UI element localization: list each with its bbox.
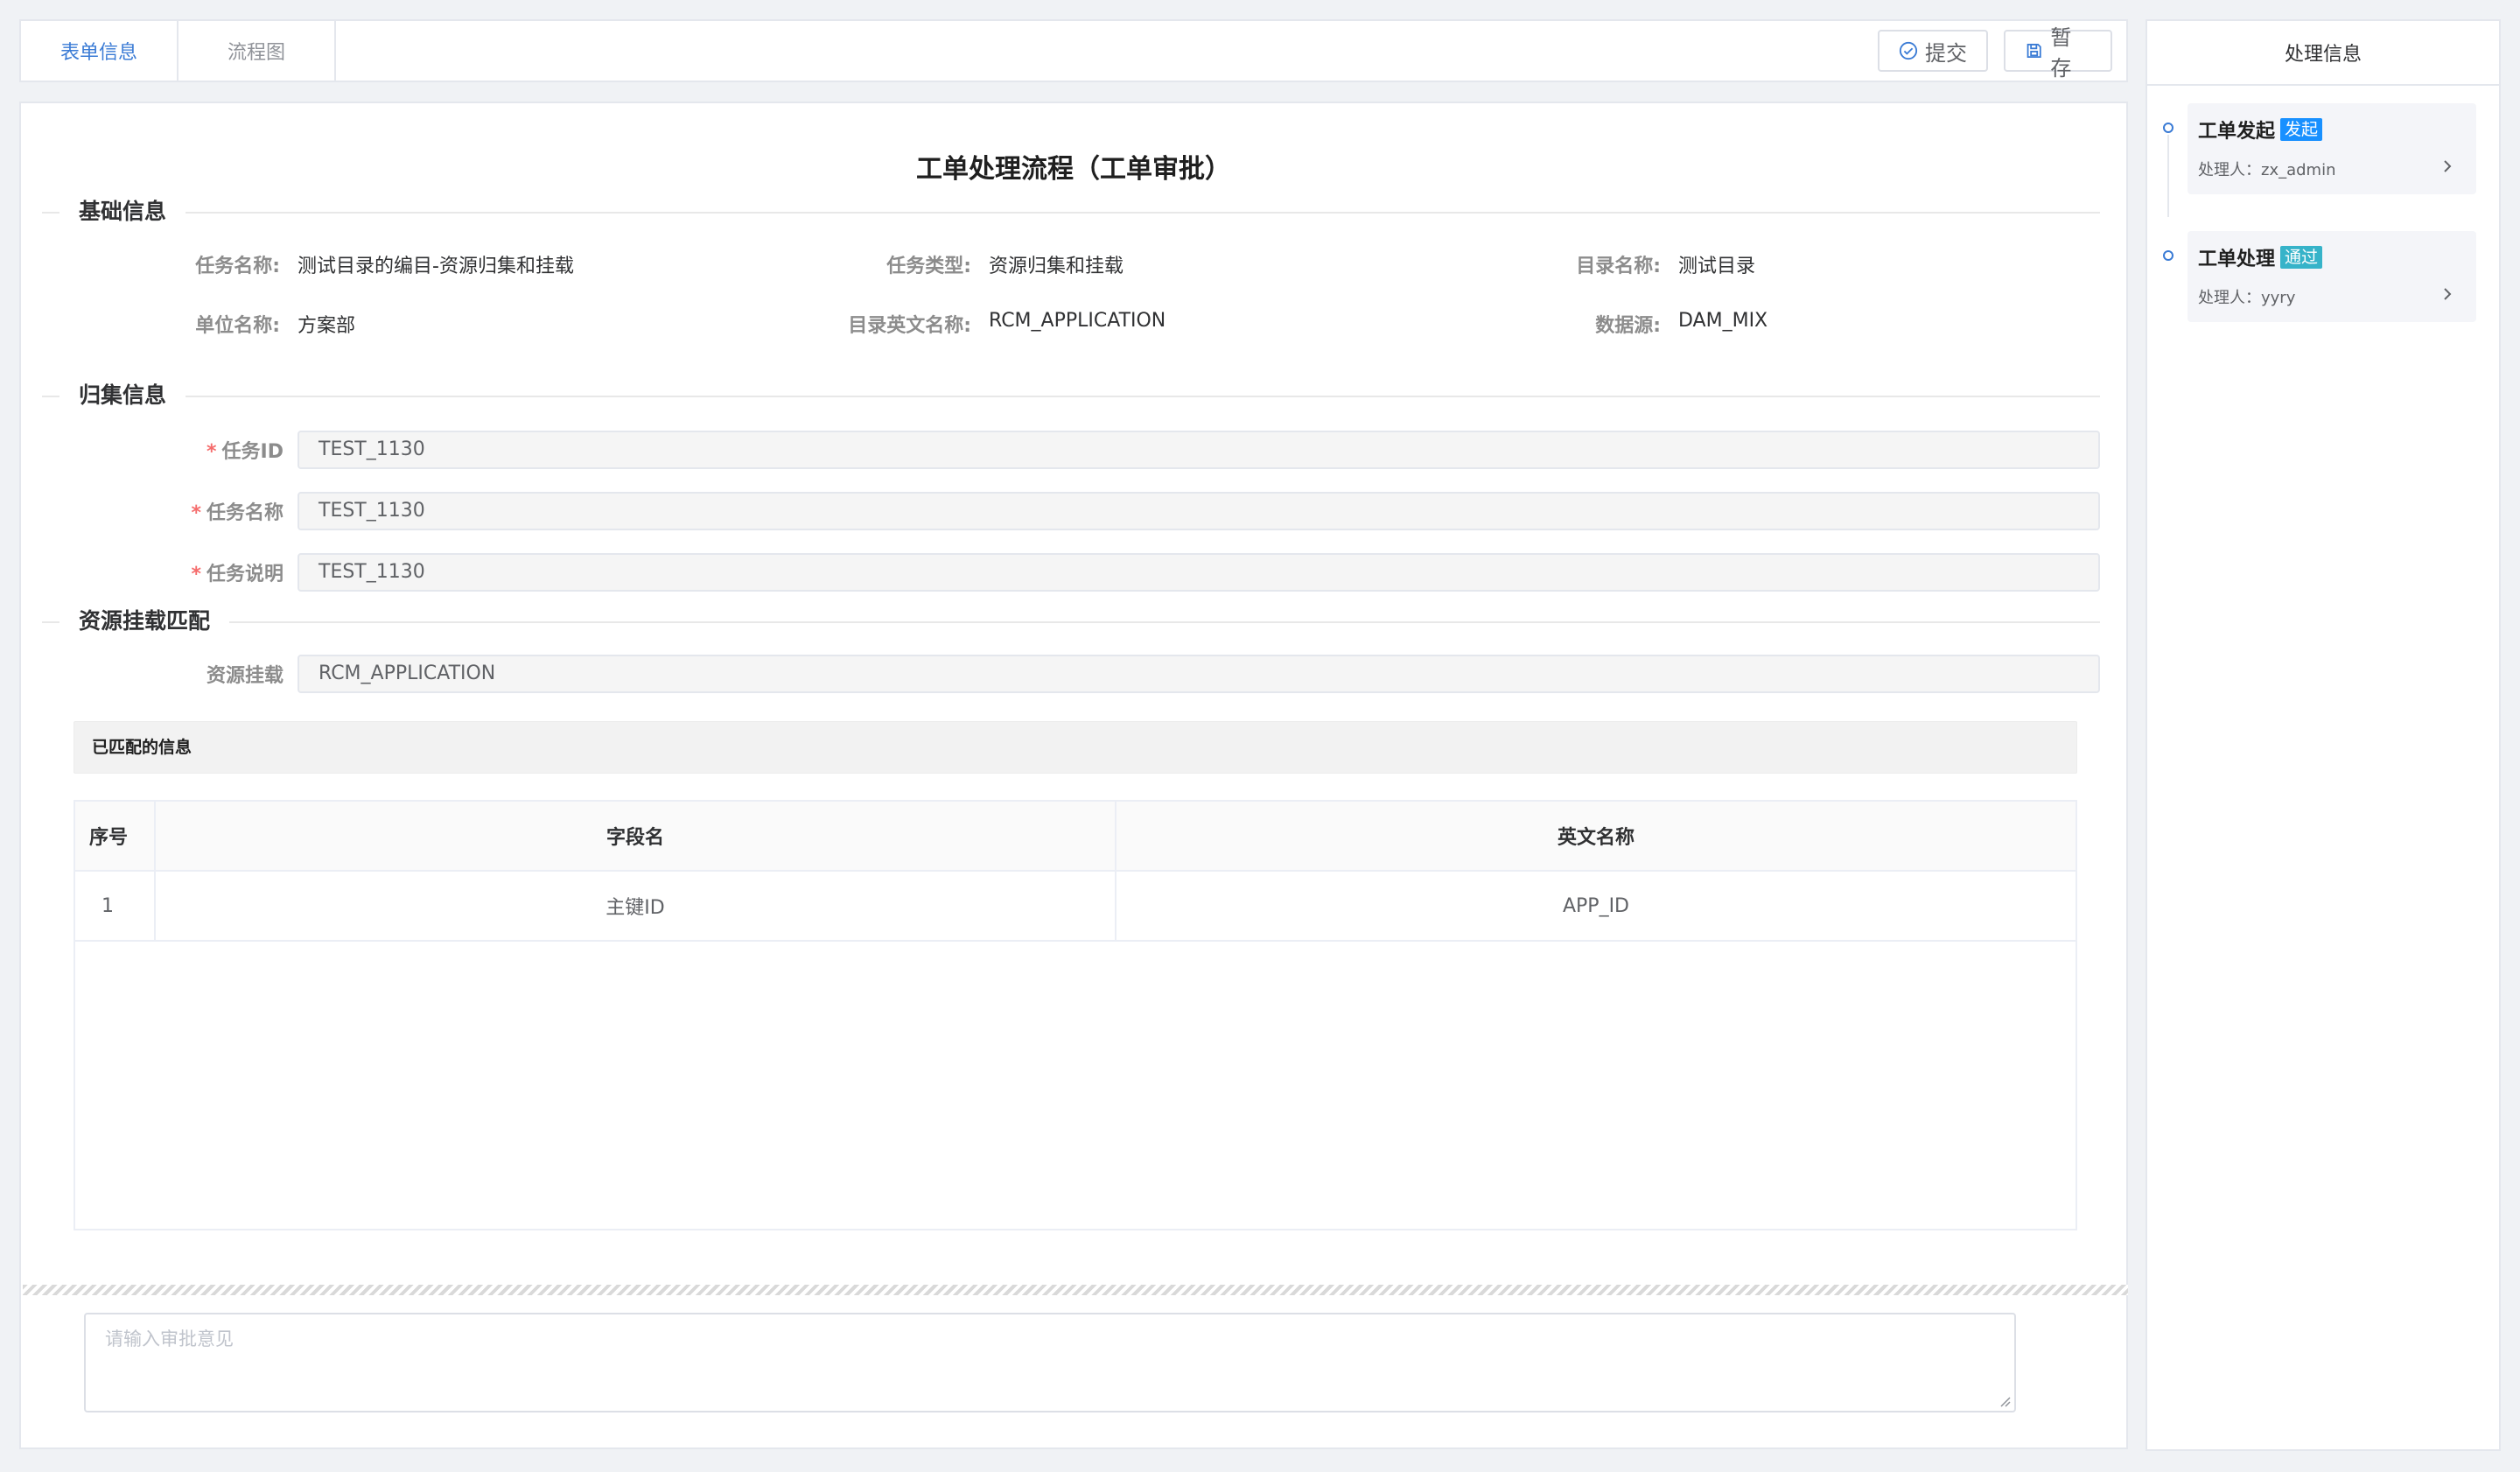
tab-flowchart[interactable]: 流程图 [178, 21, 336, 81]
column-header-field: 字段名 [156, 802, 1116, 870]
matched-info-header: 已匹配的信息 [74, 721, 2077, 774]
chevron-right-icon [2444, 288, 2452, 300]
submit-button[interactable]: 提交 [1878, 30, 1988, 72]
section-mount-match: 资源挂载匹配 [42, 604, 2100, 639]
top-tab-bar: 表单信息 流程图 提交 暂存 [19, 19, 2128, 82]
cell-index: 1 [75, 872, 156, 940]
section-title: 资源挂载匹配 [60, 604, 230, 639]
unit-name-value: 方案部 [298, 315, 356, 337]
catalog-name-label: 目录名称: [1576, 256, 1661, 277]
table-header-row: 序号 字段名 英文名称 [75, 802, 2076, 872]
step-handler: 处理人：zx_admin [2198, 161, 2336, 179]
task-type-value: 资源归集和挂载 [989, 256, 1124, 277]
task-desc-label: * 任务说明 [191, 564, 284, 585]
timeline-step-process[interactable]: 工单处理 通过 处理人：yyry [2188, 231, 2476, 322]
side-panel-title: 处理信息 [2147, 21, 2499, 86]
table-row: 1 主键ID APP_ID [75, 872, 2076, 942]
task-id-input[interactable]: TEST_1130 [298, 431, 2100, 469]
timeline-dot [2163, 123, 2174, 133]
resize-divider[interactable] [23, 1285, 2128, 1295]
section-title: 基础信息 [60, 194, 186, 229]
cell-field: 主键ID [156, 872, 1116, 940]
timeline-step-initiate[interactable]: 工单发起 发起 处理人：zx_admin [2188, 103, 2476, 194]
status-badge: 通过 [2280, 246, 2323, 269]
check-circle-icon [1899, 41, 1918, 60]
task-name-label: 任务名称: [195, 256, 280, 277]
catalog-en-label: 目录英文名称: [848, 315, 971, 337]
timeline-dot [2163, 250, 2174, 261]
task-type-label: 任务类型: [886, 256, 971, 277]
datasource-label: 数据源: [1595, 315, 1661, 337]
task-desc-input[interactable]: TEST_1130 [298, 553, 2100, 592]
form-panel: 工单处理流程（工单审批） 基础信息 任务名称: 测试目录的编目-资源归集和挂载 … [19, 102, 2128, 1449]
collect-task-name-label: * 任务名称 [191, 502, 284, 524]
page-title: 工单处理流程（工单审批） [916, 154, 1231, 185]
approval-opinion-textarea[interactable]: 请输入审批意见 [84, 1313, 2016, 1412]
mount-label: 资源挂载 [206, 665, 284, 687]
mount-input[interactable]: RCM_APPLICATION [298, 655, 2100, 693]
column-header-index: 序号 [75, 802, 156, 870]
datasource-value: DAM_MIX [1678, 310, 1768, 332]
opinion-placeholder: 请输入审批意见 [105, 1328, 234, 1349]
section-collect-info: 归集信息 [42, 378, 2100, 413]
save-draft-button[interactable]: 暂存 [2004, 25, 2112, 81]
save-draft-button-label: 暂存 [2050, 25, 2072, 81]
tab-form-info[interactable]: 表单信息 [21, 21, 178, 81]
step-handler: 处理人：yyry [2198, 289, 2296, 307]
section-basic-info: 基础信息 [42, 194, 2100, 229]
unit-name-label: 单位名称: [195, 315, 280, 337]
step-title: 工单发起 [2198, 121, 2276, 143]
submit-button-label: 提交 [1925, 40, 1967, 66]
collect-task-name-input[interactable]: TEST_1130 [298, 492, 2100, 530]
step-title: 工单处理 [2198, 249, 2276, 270]
column-header-en-name: 英文名称 [1557, 827, 1634, 849]
status-badge: 发起 [2280, 118, 2323, 141]
matched-fields-table: 序号 字段名 英文名称 1 主键ID APP_ID [74, 800, 2077, 1230]
chevron-right-icon [2444, 160, 2452, 172]
timeline-connector [2167, 135, 2169, 217]
task-name-value: 测试目录的编目-资源归集和挂载 [298, 256, 574, 277]
cell-en-name: APP_ID [1562, 894, 1629, 917]
task-id-label: * 任务ID [206, 441, 284, 463]
section-title: 归集信息 [60, 378, 186, 413]
resize-grip-icon[interactable] [1998, 1395, 2011, 1407]
catalog-en-value: RCM_APPLICATION [989, 310, 1166, 332]
catalog-name-value: 测试目录 [1678, 256, 1756, 277]
save-icon [2026, 43, 2041, 59]
process-info-panel: 处理信息 工单发起 发起 处理人：zx_admin 工单处理 通过 处理人：yy… [2146, 19, 2501, 1451]
